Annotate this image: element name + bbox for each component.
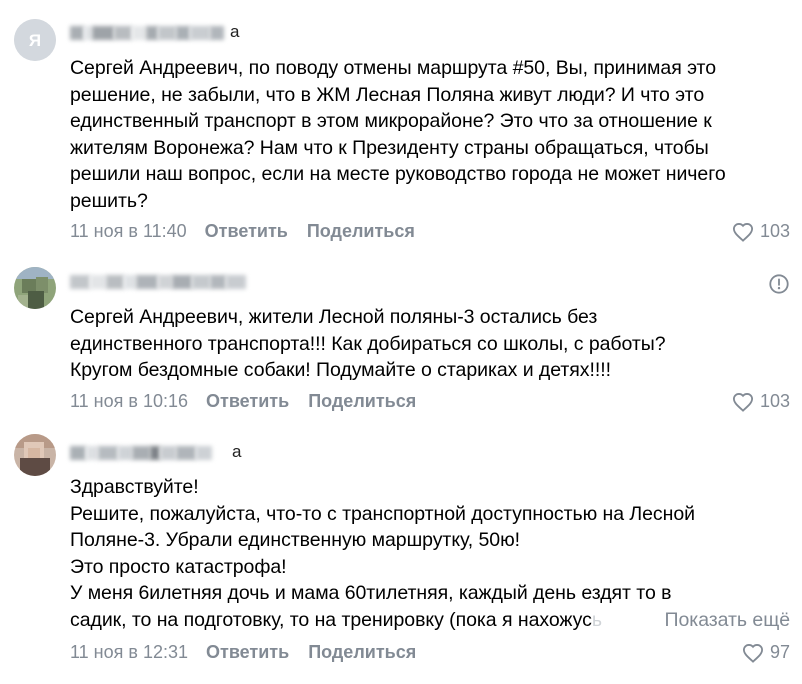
comment-date[interactable]: 11 ноя в 10:16 <box>70 391 188 412</box>
comment-3: а Здравствуйте! Решите, пожалуйста, что-… <box>0 420 802 684</box>
text-line: решили наш вопрос, если на месте руковод… <box>70 163 726 185</box>
like-button[interactable]: 103 <box>732 221 790 242</box>
text-line: решить? <box>70 189 148 212</box>
heart-icon <box>742 643 763 663</box>
truncated-line: садик, то на подготовку, то на тренировк… <box>70 608 592 631</box>
text-line: единственный транспорт в этом микрорайон… <box>70 110 712 132</box>
author-name[interactable] <box>70 22 224 44</box>
report-icon[interactable] <box>768 273 790 295</box>
comment-date[interactable]: 11 ноя в 11:40 <box>70 221 187 242</box>
comment-meta: 11 ноя в 10:16 Ответить Поделиться <box>70 391 435 412</box>
heart-icon <box>732 392 753 412</box>
comment-1: Я а Сергей Андреевич, по поводу отмены м… <box>0 0 802 255</box>
text-line: Кругом бездомные собаки! Подумайте о ста… <box>70 359 611 381</box>
reply-button[interactable]: Ответить <box>206 391 289 412</box>
share-button[interactable]: Поделиться <box>308 391 416 412</box>
text-line: Решите, пожалуйста, что-то с транспортно… <box>70 502 695 525</box>
like-button[interactable]: 103 <box>732 391 790 412</box>
text-line: Сергей Андреевич, жители Лесной поляны-3… <box>70 306 598 328</box>
avatar-image <box>14 434 56 476</box>
text-line: решение, не забыли, что в ЖМ Лесная Поля… <box>70 83 705 106</box>
text-line: садик, то на подготовку, то на тренировк… <box>70 606 790 633</box>
comment-date[interactable]: 11 ноя в 12:31 <box>70 642 188 663</box>
comment-meta: 11 ноя в 12:31 Ответить Поделиться <box>70 642 435 663</box>
share-button[interactable]: Поделиться <box>307 221 415 242</box>
comment-meta: 11 ноя в 11:40 Ответить Поделиться <box>70 221 434 242</box>
comment-text: Сергей Андреевич, по поводу отмены маршр… <box>70 55 790 214</box>
comment-text: Сергей Андреевич, жители Лесной поляны-3… <box>70 304 790 384</box>
fade-text: ь <box>591 608 602 631</box>
show-more-link[interactable]: Показать ещё <box>648 606 790 633</box>
text-line: жителям Воронежа? Нам что к Президенту с… <box>70 136 709 159</box>
author-name[interactable] <box>70 271 246 293</box>
text-line: Поляне-3. Убрали единственную маршрутку,… <box>70 529 521 551</box>
text-line: Это просто катастрофа! <box>70 555 287 578</box>
comment-2: Сергей Андреевич, жители Лесной поляны-3… <box>0 255 802 420</box>
like-count: 103 <box>759 221 790 241</box>
text-line: Здравствуйте! <box>70 476 199 498</box>
like-count: 103 <box>759 391 790 411</box>
like-button[interactable]: 97 <box>742 642 790 663</box>
heart-icon <box>732 222 753 242</box>
text-line: У меня 6илетняя дочь и мама 60тилетняя, … <box>70 582 672 604</box>
author-name-tail: а <box>232 442 242 461</box>
avatar[interactable]: Я <box>14 19 56 61</box>
svg-text:Я: Я <box>29 31 41 50</box>
avatar[interactable] <box>14 267 56 309</box>
author-name[interactable] <box>70 442 212 464</box>
text-line: единственного транспорта!!! Как добирать… <box>70 332 666 355</box>
author-name-tail: а <box>230 22 240 41</box>
comment-text: Здравствуйте! Решите, пожалуйста, что-то… <box>70 474 790 633</box>
avatar-placeholder-icon: Я <box>14 19 56 61</box>
reply-button[interactable]: Ответить <box>205 221 288 242</box>
reply-button[interactable]: Ответить <box>206 642 289 663</box>
avatar-image <box>14 267 56 309</box>
share-button[interactable]: Поделиться <box>308 642 416 663</box>
avatar[interactable] <box>14 434 56 476</box>
like-count: 97 <box>769 642 790 662</box>
text-line: Сергей Андреевич, по поводу отмены маршр… <box>70 57 717 79</box>
